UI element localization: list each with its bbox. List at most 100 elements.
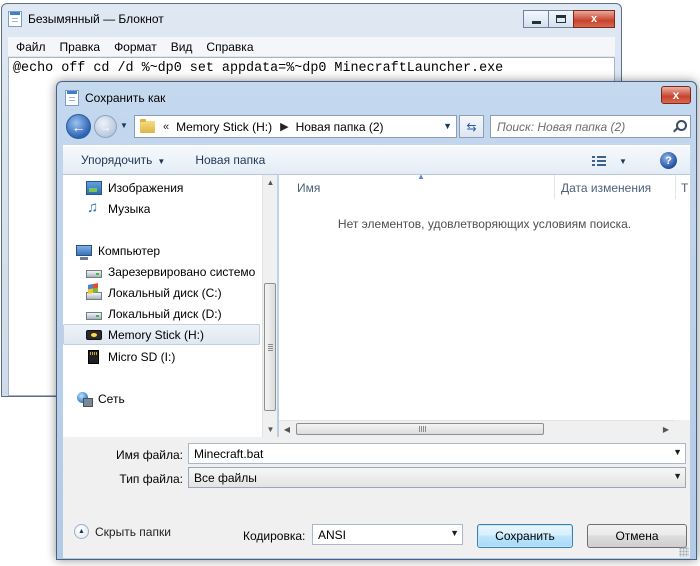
scroll-right-arrow-icon[interactable]: ▶ — [658, 421, 674, 437]
command-bar: Упорядочить ▼ Новая папка ▼ ? — [63, 145, 690, 175]
address-bar[interactable]: « Memory Stick (H:) ▶ Новая папка (2) ▼ — [134, 115, 457, 138]
minimize-icon — [531, 20, 541, 24]
file-list-pane: ▲ Имя Дата изменения Т Нет элементов, уд… — [279, 172, 690, 437]
back-button[interactable]: ← — [66, 114, 91, 139]
filename-field[interactable]: Minecraft.bat ▼ — [188, 443, 686, 464]
search-placeholder: Поиск: Новая папка (2) — [497, 119, 626, 134]
hide-folders-label: Скрыть папки — [95, 524, 171, 539]
grip-icon — [419, 426, 426, 432]
scrollbar-thumb[interactable] — [296, 423, 544, 435]
notepad-title: Безымянный — Блокнот — [28, 12, 164, 26]
filename-value: Minecraft.bat — [194, 446, 264, 461]
menu-view[interactable]: Вид — [165, 40, 199, 54]
address-segment-drive[interactable]: Memory Stick (H:) — [176, 120, 272, 134]
help-icon: ? — [665, 154, 672, 167]
scroll-up-arrow-icon[interactable]: ▲ — [263, 175, 278, 190]
filetype-select[interactable]: Все файлы ▼ — [188, 467, 686, 488]
grip-icon — [268, 344, 273, 351]
menu-file[interactable]: Файл — [10, 40, 52, 54]
organize-button[interactable]: Упорядочить ▼ — [73, 153, 173, 167]
file-options-area: Имя файла: Minecraft.bat ▼ Тип файла: Вс… — [63, 437, 690, 492]
scrollbar-corner — [674, 420, 690, 437]
drive-icon — [86, 269, 102, 278]
nav-item-memory-stick[interactable]: Memory Stick (H:) — [63, 324, 260, 345]
encoding-select[interactable]: ANSI ▼ — [312, 524, 463, 545]
dialog-footer: ▲ Скрыть папки Кодировка: ANSI ▼ Сохрани… — [63, 492, 690, 558]
scroll-left-arrow-icon[interactable]: ◀ — [279, 421, 295, 437]
nav-item-drive-d[interactable]: Локальный диск (D:) — [63, 303, 260, 324]
address-segment-folder[interactable]: Новая папка (2) — [296, 120, 384, 134]
nav-item-music[interactable]: Музыка — [63, 198, 260, 219]
sort-ascending-icon: ▲ — [417, 172, 425, 181]
nav-item-label: Музыка — [108, 201, 151, 216]
scroll-down-arrow-icon[interactable]: ▼ — [263, 422, 278, 437]
column-header-type[interactable]: Т — [681, 175, 688, 201]
nav-item-pictures[interactable]: Изображения — [63, 177, 260, 198]
resize-grip-icon[interactable] — [679, 547, 689, 557]
dialog-titlebar: Сохранить как — [65, 88, 165, 108]
nav-item-computer[interactable]: Компьютер — [63, 240, 260, 261]
folder-icon — [140, 118, 155, 133]
recent-locations-dropdown[interactable]: ▼ — [120, 121, 130, 131]
nav-item-micro-sd[interactable]: Micro SD (I:) — [63, 346, 260, 367]
windows-drive-icon — [86, 291, 102, 300]
details-view-icon — [592, 155, 606, 167]
notepad-menubar: Файл Правка Формат Вид Справка — [8, 37, 615, 57]
scrollbar-thumb[interactable] — [264, 283, 276, 411]
nav-item-label: Компьютер — [98, 243, 161, 258]
help-button[interactable]: ? — [660, 152, 677, 169]
column-header-date-modified[interactable]: Дата изменения — [561, 175, 651, 201]
notepad-app-icon — [8, 11, 22, 27]
column-divider[interactable] — [675, 175, 676, 199]
chevron-down-icon: ▼ — [619, 156, 627, 166]
search-icon[interactable] — [673, 120, 687, 132]
chevron-up-icon: ▲ — [74, 524, 89, 539]
refresh-button[interactable]: ⇆ — [459, 115, 484, 138]
nav-pane-scrollbar[interactable]: ▲ ▼ — [262, 175, 277, 437]
change-view-button[interactable]: ▼ — [592, 154, 632, 168]
notepad-close-button[interactable]: x — [573, 10, 615, 28]
menu-help[interactable]: Справка — [200, 40, 259, 54]
save-button[interactable]: Сохранить — [477, 524, 573, 548]
horizontal-scrollbar[interactable]: ◀ ▶ — [279, 420, 690, 437]
menu-edit[interactable]: Правка — [54, 40, 107, 54]
menu-format[interactable]: Формат — [108, 40, 163, 54]
address-overflow-chevron[interactable]: « — [163, 121, 169, 133]
hide-folders-toggle[interactable]: ▲ Скрыть папки — [74, 524, 171, 539]
maximize-button[interactable] — [548, 10, 574, 28]
encoding-label: Кодировка: — [243, 529, 306, 543]
chevron-down-icon[interactable]: ▼ — [673, 447, 682, 457]
filename-label: Имя файла: — [116, 448, 183, 462]
memory-stick-icon — [86, 329, 102, 340]
nav-item-label: Зарезервировано системо — [108, 264, 256, 279]
forward-button[interactable]: → — [94, 115, 117, 138]
column-divider[interactable] — [554, 175, 555, 199]
column-header-name[interactable]: Имя — [297, 175, 320, 201]
cancel-button[interactable]: Отмена — [587, 524, 687, 548]
filetype-label: Тип файла: — [119, 472, 183, 486]
music-icon — [86, 199, 102, 216]
dialog-close-button[interactable]: x — [661, 86, 691, 104]
close-icon: x — [590, 13, 598, 25]
refresh-icon: ⇆ — [466, 119, 477, 134]
forward-arrow-icon: → — [99, 119, 112, 134]
filetype-value: Все файлы — [194, 470, 257, 485]
encoding-value: ANSI — [318, 527, 347, 542]
nav-item-network[interactable]: Сеть — [63, 388, 260, 409]
chevron-down-icon[interactable]: ▼ — [673, 471, 682, 481]
nav-item-label: Micro SD (I:) — [108, 349, 176, 364]
address-separator-icon[interactable]: ▶ — [280, 120, 288, 133]
address-dropdown-icon[interactable]: ▼ — [443, 121, 452, 131]
nav-item-label: Сеть — [98, 391, 125, 406]
navigation-row: ← → ▼ « Memory Stick (H:) ▶ Новая папка … — [63, 112, 691, 140]
dialog-app-icon — [65, 90, 79, 106]
notepad-titlebar: Безымянный — Блокнот — [8, 8, 164, 30]
drive-icon — [86, 311, 102, 320]
organize-label: Упорядочить — [81, 153, 153, 167]
search-input[interactable]: Поиск: Новая папка (2) — [490, 115, 691, 138]
nav-item-drive-c[interactable]: Локальный диск (C:) — [63, 282, 260, 303]
new-folder-button[interactable]: Новая папка — [187, 153, 273, 167]
nav-item-reserved-drive[interactable]: Зарезервировано системо — [63, 261, 260, 282]
chevron-down-icon[interactable]: ▼ — [450, 528, 459, 538]
minimize-button[interactable] — [523, 10, 549, 28]
